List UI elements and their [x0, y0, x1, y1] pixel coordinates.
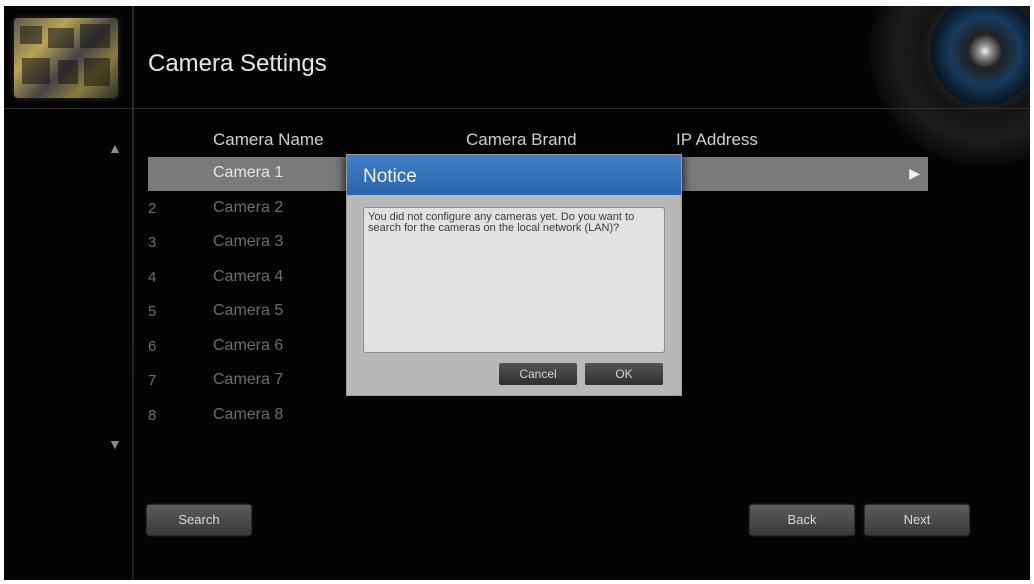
- column-header-camera-brand: Camera Brand: [466, 130, 577, 149]
- row-number: 8: [148, 407, 157, 424]
- play-right-icon[interactable]: ▶: [909, 165, 920, 182]
- page-title: Camera Settings: [148, 50, 327, 77]
- column-header-camera-name: Camera Name: [213, 130, 324, 149]
- camera-name: Camera 7: [213, 371, 284, 388]
- cancel-button[interactable]: Cancel: [499, 363, 577, 385]
- camera-settings-screen: Camera Settings ▲ ▼ Camera Name Camera B…: [4, 6, 1030, 580]
- camera-thumbnail-image: [14, 18, 118, 98]
- lens-icon: [930, 6, 1030, 106]
- camera-name: Camera 3: [213, 233, 284, 250]
- row-number: 7: [148, 372, 157, 389]
- camera-row-8[interactable]: 8 Camera 8: [148, 399, 928, 433]
- camera-name: Camera 8: [213, 406, 284, 423]
- dialog-message: You did not configure any cameras yet. D…: [368, 211, 635, 234]
- row-number: 5: [148, 303, 157, 320]
- notice-dialog: Notice You did not configure any cameras…: [346, 154, 682, 396]
- dialog-message-box: You did not configure any cameras yet. D…: [363, 207, 665, 353]
- horizontal-divider: [4, 108, 1030, 109]
- row-number: 4: [148, 269, 157, 286]
- back-button[interactable]: Back: [750, 505, 854, 535]
- camera-lens-decoration: [870, 6, 1030, 166]
- dialog-title: Notice: [363, 166, 417, 187]
- camera-name: Camera 6: [213, 337, 284, 354]
- dialog-header: Notice: [347, 155, 681, 195]
- ok-button[interactable]: OK: [585, 363, 663, 385]
- row-number: 3: [148, 234, 157, 251]
- camera-name: Camera 5: [213, 302, 284, 319]
- down-arrow-icon[interactable]: ▼: [108, 436, 122, 452]
- vertical-divider: [132, 6, 134, 580]
- camera-name: Camera 2: [213, 199, 284, 216]
- up-arrow-icon[interactable]: ▲: [108, 140, 122, 156]
- column-header-ip-address: IP Address: [676, 130, 758, 149]
- camera-name: Camera 4: [213, 268, 284, 285]
- row-number: 6: [148, 338, 157, 355]
- row-number: 2: [148, 200, 157, 217]
- next-button[interactable]: Next: [865, 505, 969, 535]
- search-button[interactable]: Search: [147, 505, 251, 535]
- camera-name: Camera 1: [213, 164, 284, 181]
